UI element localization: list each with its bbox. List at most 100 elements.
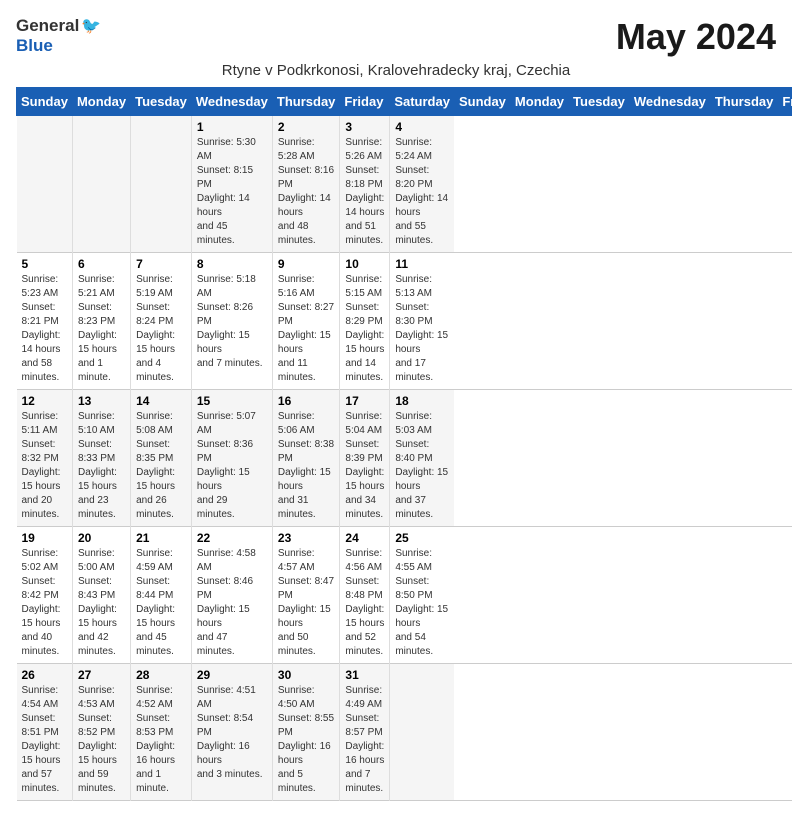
- calendar-cell: [72, 116, 130, 253]
- day-number: 27: [78, 668, 125, 682]
- calendar-cell: 22Sunrise: 4:58 AMSunset: 8:46 PMDayligh…: [191, 527, 272, 664]
- day-info: Sunrise: 5:19 AMSunset: 8:24 PMDaylight:…: [136, 273, 186, 385]
- day-info: Sunrise: 5:00 AMSunset: 8:43 PMDaylight:…: [78, 547, 125, 659]
- day-number: 22: [197, 531, 267, 545]
- day-info: Sunrise: 5:06 AMSunset: 8:38 PMDaylight:…: [278, 410, 335, 522]
- calendar-cell: 5 Sunrise: 5:23 AMSunset: 8:21 PMDaylight…: [17, 253, 73, 390]
- day-number: 12: [22, 394, 67, 408]
- calendar-cell: 11Sunrise: 5:13 AMSunset: 8:30 PMDayligh…: [390, 253, 455, 390]
- day-number: 5: [22, 257, 67, 271]
- day-number: 10: [345, 257, 384, 271]
- day-info: Sunrise: 5:03 AMSunset: 8:40 PMDaylight:…: [395, 410, 449, 522]
- day-number: 26: [22, 668, 67, 682]
- day-info: Sunrise: 4:49 AMSunset: 8:57 PMDaylight:…: [345, 684, 384, 796]
- calendar-cell: 23 Sunrise: 4:57 AMSunset: 8:47 PMDayligh…: [272, 527, 340, 664]
- day-of-week-header: Tuesday: [131, 88, 192, 116]
- day-of-week-header: Friday: [340, 88, 390, 116]
- calendar-cell: 12 Sunrise: 5:11 AMSunset: 8:32 PMDayligh…: [17, 390, 73, 527]
- day-number: 6: [78, 257, 125, 271]
- calendar-cell: 28Sunrise: 4:52 AMSunset: 8:53 PMDayligh…: [131, 664, 192, 801]
- calendar-cell: 30 Sunrise: 4:50 AMSunset: 8:55 PMDayligh…: [272, 664, 340, 801]
- day-info: Sunrise: 5:30 AMSunset: 8:15 PMDaylight:…: [197, 136, 267, 248]
- calendar-cell: 4Sunrise: 5:24 AMSunset: 8:20 PMDaylight…: [390, 116, 455, 253]
- calendar-cell: 7 Sunrise: 5:19 AMSunset: 8:24 PMDaylight…: [131, 253, 192, 390]
- day-info: Sunrise: 4:57 AMSunset: 8:47 PMDaylight:…: [278, 547, 335, 659]
- day-of-week-header: Tuesday: [569, 88, 630, 116]
- calendar-cell: 3 Sunrise: 5:26 AMSunset: 8:18 PMDaylight…: [340, 116, 390, 253]
- day-info: Sunrise: 5:26 AMSunset: 8:18 PMDaylight:…: [345, 136, 384, 248]
- calendar-cell: 21 Sunrise: 4:59 AMSunset: 8:44 PMDayligh…: [131, 527, 192, 664]
- day-info: Sunrise: 5:10 AMSunset: 8:33 PMDaylight:…: [78, 410, 125, 522]
- calendar-cell: 18Sunrise: 5:03 AMSunset: 8:40 PMDayligh…: [390, 390, 455, 527]
- page-header: General 🐦 Blue May 2024: [16, 16, 776, 58]
- day-number: 16: [278, 394, 335, 408]
- logo-blue: Blue: [16, 36, 53, 55]
- day-of-week-header: Wednesday: [629, 88, 710, 116]
- day-of-week-header: Friday: [778, 88, 792, 116]
- day-info: Sunrise: 4:59 AMSunset: 8:44 PMDaylight:…: [136, 547, 186, 659]
- calendar-cell: 24Sunrise: 4:56 AMSunset: 8:48 PMDayligh…: [340, 527, 390, 664]
- day-of-week-header: Thursday: [272, 88, 340, 116]
- day-info: Sunrise: 5:21 AMSunset: 8:23 PMDaylight:…: [78, 273, 125, 385]
- day-number: 29: [197, 668, 267, 682]
- calendar-cell: [390, 664, 455, 801]
- calendar-table: SundayMondayTuesdayWednesdayThursdayFrid…: [16, 87, 792, 801]
- calendar-cell: 6 Sunrise: 5:21 AMSunset: 8:23 PMDaylight…: [72, 253, 130, 390]
- day-info: Sunrise: 5:15 AMSunset: 8:29 PMDaylight:…: [345, 273, 384, 385]
- day-info: Sunrise: 5:07 AMSunset: 8:36 PMDaylight:…: [197, 410, 267, 522]
- calendar-cell: 31Sunrise: 4:49 AMSunset: 8:57 PMDayligh…: [340, 664, 390, 801]
- calendar-week-row: 19Sunrise: 5:02 AMSunset: 8:42 PMDayligh…: [17, 527, 792, 664]
- day-info: Sunrise: 5:08 AMSunset: 8:35 PMDaylight:…: [136, 410, 186, 522]
- calendar-cell: 16 Sunrise: 5:06 AMSunset: 8:38 PMDayligh…: [272, 390, 340, 527]
- calendar-cell: 25Sunrise: 4:55 AMSunset: 8:50 PMDayligh…: [390, 527, 455, 664]
- day-number: 9: [278, 257, 335, 271]
- day-info: Sunrise: 5:13 AMSunset: 8:30 PMDaylight:…: [395, 273, 449, 385]
- calendar-week-row: 1Sunrise: 5:30 AMSunset: 8:15 PMDaylight…: [17, 116, 792, 253]
- day-number: 28: [136, 668, 186, 682]
- calendar-cell: [131, 116, 192, 253]
- logo: General 🐦 Blue: [16, 16, 101, 56]
- day-number: 3: [345, 120, 384, 134]
- day-of-week-header: Sunday: [454, 88, 510, 116]
- day-number: 7: [136, 257, 186, 271]
- calendar-cell: 27 Sunrise: 4:53 AMSunset: 8:52 PMDayligh…: [72, 664, 130, 801]
- month-title: May 2024: [616, 16, 776, 58]
- calendar-header-row: SundayMondayTuesdayWednesdayThursdayFrid…: [17, 88, 792, 116]
- day-info: Sunrise: 4:53 AMSunset: 8:52 PMDaylight:…: [78, 684, 125, 796]
- day-info: Sunrise: 5:23 AMSunset: 8:21 PMDaylight:…: [22, 273, 67, 385]
- logo-bird-icon: 🐦: [81, 16, 101, 36]
- calendar-cell: 9 Sunrise: 5:16 AMSunset: 8:27 PMDaylight…: [272, 253, 340, 390]
- day-number: 20: [78, 531, 125, 545]
- calendar-week-row: 5 Sunrise: 5:23 AMSunset: 8:21 PMDaylight…: [17, 253, 792, 390]
- day-of-week-header: Monday: [510, 88, 568, 116]
- calendar-cell: 17 Sunrise: 5:04 AMSunset: 8:39 PMDayligh…: [340, 390, 390, 527]
- day-of-week-header: Saturday: [390, 88, 455, 116]
- day-number: 8: [197, 257, 267, 271]
- day-info: Sunrise: 5:04 AMSunset: 8:39 PMDaylight:…: [345, 410, 384, 522]
- day-number: 13: [78, 394, 125, 408]
- calendar-cell: 20 Sunrise: 5:00 AMSunset: 8:43 PMDayligh…: [72, 527, 130, 664]
- day-info: Sunrise: 4:51 AMSunset: 8:54 PMDaylight:…: [197, 684, 267, 782]
- day-number: 19: [22, 531, 67, 545]
- logo-general: General: [16, 16, 79, 36]
- day-number: 25: [395, 531, 449, 545]
- calendar-cell: 19Sunrise: 5:02 AMSunset: 8:42 PMDayligh…: [17, 527, 73, 664]
- day-info: Sunrise: 5:16 AMSunset: 8:27 PMDaylight:…: [278, 273, 335, 385]
- day-number: 24: [345, 531, 384, 545]
- day-number: 17: [345, 394, 384, 408]
- day-number: 23: [278, 531, 335, 545]
- calendar-cell: 29 Sunrise: 4:51 AMSunset: 8:54 PMDayligh…: [191, 664, 272, 801]
- calendar-cell: 2Sunrise: 5:28 AMSunset: 8:16 PMDaylight…: [272, 116, 340, 253]
- calendar-cell: 8Sunrise: 5:18 AMSunset: 8:26 PMDaylight…: [191, 253, 272, 390]
- day-info: Sunrise: 5:11 AMSunset: 8:32 PMDaylight:…: [22, 410, 67, 522]
- day-info: Sunrise: 5:24 AMSunset: 8:20 PMDaylight:…: [395, 136, 449, 248]
- day-number: 30: [278, 668, 335, 682]
- day-info: Sunrise: 4:50 AMSunset: 8:55 PMDaylight:…: [278, 684, 335, 796]
- day-info: Sunrise: 4:54 AMSunset: 8:51 PMDaylight:…: [22, 684, 67, 796]
- calendar-week-row: 12 Sunrise: 5:11 AMSunset: 8:32 PMDayligh…: [17, 390, 792, 527]
- calendar-cell: 1Sunrise: 5:30 AMSunset: 8:15 PMDaylight…: [191, 116, 272, 253]
- day-number: 21: [136, 531, 186, 545]
- day-of-week-header: Thursday: [710, 88, 778, 116]
- calendar-cell: 13 Sunrise: 5:10 AMSunset: 8:33 PMDayligh…: [72, 390, 130, 527]
- location-subtitle: Rtyne v Podkrkonosi, Kralovehradecky kra…: [16, 62, 776, 79]
